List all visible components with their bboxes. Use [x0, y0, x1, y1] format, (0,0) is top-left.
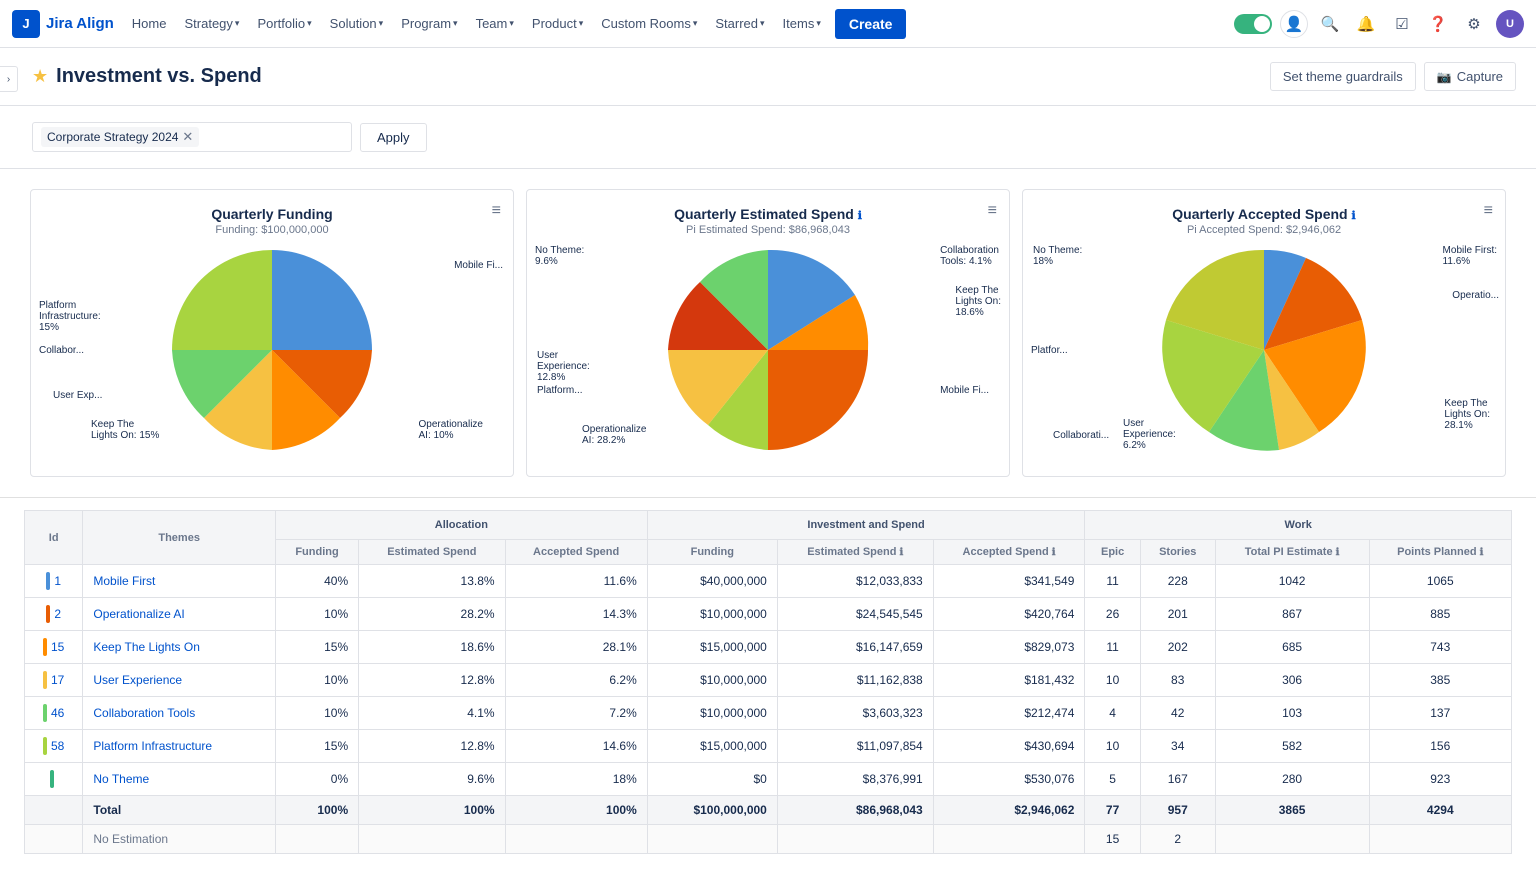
notification-icon[interactable]: 🔔 [1352, 10, 1380, 38]
no-estimation-row: No Estimation 15 2 [25, 825, 1512, 854]
nav-item-items[interactable]: Items ▾ [775, 10, 829, 37]
investment-spend-table: Id Themes Allocation Investment and Spen… [24, 510, 1512, 854]
col-epic: Epic [1085, 540, 1140, 565]
chart-title-3: Quarterly Accepted Spend ℹ [1039, 206, 1489, 222]
table-row: 58 Platform Infrastructure 15% 12.8% 14.… [25, 730, 1512, 763]
remove-tag-icon[interactable]: ✕ [182, 129, 193, 145]
col-points: Points Planned ℹ [1369, 540, 1511, 565]
col-acc-spend-val: Accepted Spend ℹ [933, 540, 1085, 565]
pie-chart-3 [1154, 240, 1374, 460]
theme-link[interactable]: No Theme [93, 772, 149, 786]
theme-link[interactable]: User Experience [93, 673, 182, 687]
table-row: 15 Keep The Lights On 15% 18.6% 28.1% $1… [25, 631, 1512, 664]
theme-link[interactable]: Mobile First [93, 574, 155, 588]
sidebar-toggle[interactable]: › [0, 66, 18, 92]
page-header: ★ Investment vs. Spend Set theme guardra… [0, 48, 1536, 106]
total-row: Total 100% 100% 100% $100,000,000 $86,96… [25, 796, 1512, 825]
col-themes: Themes [83, 511, 276, 565]
avatar[interactable]: U [1496, 10, 1524, 38]
toggle-pill[interactable] [1234, 14, 1272, 34]
nav-item-home[interactable]: Home [124, 10, 175, 37]
col-group-investment: Investment and Spend [647, 511, 1085, 540]
table-row: 1 Mobile First 40% 13.8% 11.6% $40,000,0… [25, 565, 1512, 598]
table-row: 2 Operationalize AI 10% 28.2% 14.3% $10,… [25, 598, 1512, 631]
nav-item-strategy[interactable]: Strategy ▾ [176, 10, 247, 37]
col-id: Id [25, 511, 83, 565]
col-funding-val: Funding [647, 540, 777, 565]
logo[interactable]: J Jira Align [12, 10, 114, 38]
nav-item-product[interactable]: Product ▾ [524, 10, 591, 37]
nav-item-team[interactable]: Team ▾ [468, 10, 522, 37]
table-row: 46 Collaboration Tools 10% 4.1% 7.2% $10… [25, 697, 1512, 730]
chart-menu-icon[interactable]: ≡ [492, 202, 501, 220]
col-est-spend-pct: Estimated Spend [359, 540, 505, 565]
page-title-wrap: ★ Investment vs. Spend [32, 65, 262, 88]
chart-quarterly-funding: ≡ Quarterly Funding Funding: $100,000,00… [30, 189, 514, 477]
col-acc-spend-pct: Accepted Spend [505, 540, 647, 565]
theme-link[interactable]: Collaboration Tools [93, 706, 195, 720]
chart-title-2: Quarterly Estimated Spend ℹ [543, 206, 993, 222]
theme-link[interactable]: Keep The Lights On [93, 640, 200, 654]
col-est-spend-val: Estimated Spend ℹ [777, 540, 933, 565]
nav-item-program[interactable]: Program ▾ [393, 10, 465, 37]
nav-item-portfolio[interactable]: Portfolio ▾ [249, 10, 319, 37]
capture-button[interactable]: 📷Capture [1424, 62, 1516, 91]
page-title: Investment vs. Spend [56, 65, 262, 88]
filter-bar: Corporate Strategy 2024 ✕ Apply [0, 106, 1536, 169]
col-total-pi: Total PI Estimate ℹ [1215, 540, 1369, 565]
chart-subtitle-1: Funding: $100,000,000 [47, 224, 497, 236]
chart-menu-icon-2[interactable]: ≡ [988, 202, 997, 220]
settings-icon[interactable]: ⚙ [1460, 10, 1488, 38]
col-group-allocation: Allocation [275, 511, 647, 540]
chart-menu-icon-3[interactable]: ≡ [1484, 202, 1493, 220]
search-icon[interactable]: 🔍 [1316, 10, 1344, 38]
logo-icon: J [12, 10, 40, 38]
col-stories: Stories [1140, 540, 1215, 565]
header-actions: Set theme guardrails 📷Capture [1270, 62, 1516, 91]
table-row: No Theme 0% 9.6% 18% $0 $8,376,991 $530,… [25, 763, 1512, 796]
help-icon[interactable]: ❓ [1424, 10, 1452, 38]
nav-item-starred[interactable]: Starred ▾ [707, 10, 772, 37]
logo-text: Jira Align [46, 15, 114, 32]
nav-right-actions: 👤 🔍 🔔 ☑ ❓ ⚙ U [1234, 10, 1524, 38]
create-button[interactable]: Create [835, 9, 907, 39]
chart-subtitle-3: Pi Accepted Spend: $2,946,062 [1039, 224, 1489, 236]
pie-chart-1 [162, 240, 382, 460]
chart-quarterly-accepted: ≡ Quarterly Accepted Spend ℹ Pi Accepted… [1022, 189, 1506, 477]
top-nav: J Jira Align Home Strategy ▾ Portfolio ▾… [0, 0, 1536, 48]
nav-item-custom-rooms[interactable]: Custom Rooms ▾ [593, 10, 705, 37]
filter-tag: Corporate Strategy 2024 ✕ [41, 127, 199, 147]
pie-chart-2 [658, 240, 878, 460]
table-row: 17 User Experience 10% 12.8% 6.2% $10,00… [25, 664, 1512, 697]
chart-subtitle-2: Pi Estimated Spend: $86,968,043 [543, 224, 993, 236]
set-theme-guardrails-button[interactable]: Set theme guardrails [1270, 62, 1416, 91]
theme-link[interactable]: Operationalize AI [93, 607, 184, 621]
apply-button[interactable]: Apply [360, 123, 427, 152]
charts-area: ≡ Quarterly Funding Funding: $100,000,00… [0, 169, 1536, 498]
chart-quarterly-estimated: ≡ Quarterly Estimated Spend ℹ Pi Estimat… [526, 189, 1010, 477]
col-funding-pct: Funding [275, 540, 358, 565]
filter-tag-input[interactable]: Corporate Strategy 2024 ✕ [32, 122, 352, 152]
theme-link[interactable]: Platform Infrastructure [93, 739, 212, 753]
checkbox-icon[interactable]: ☑ [1388, 10, 1416, 38]
table-section: Id Themes Allocation Investment and Spen… [0, 498, 1536, 874]
star-icon[interactable]: ★ [32, 66, 48, 87]
chart-title-1: Quarterly Funding [47, 206, 497, 222]
user-icon[interactable]: 👤 [1280, 10, 1308, 38]
nav-item-solution[interactable]: Solution ▾ [322, 10, 392, 37]
col-group-work: Work [1085, 511, 1512, 540]
